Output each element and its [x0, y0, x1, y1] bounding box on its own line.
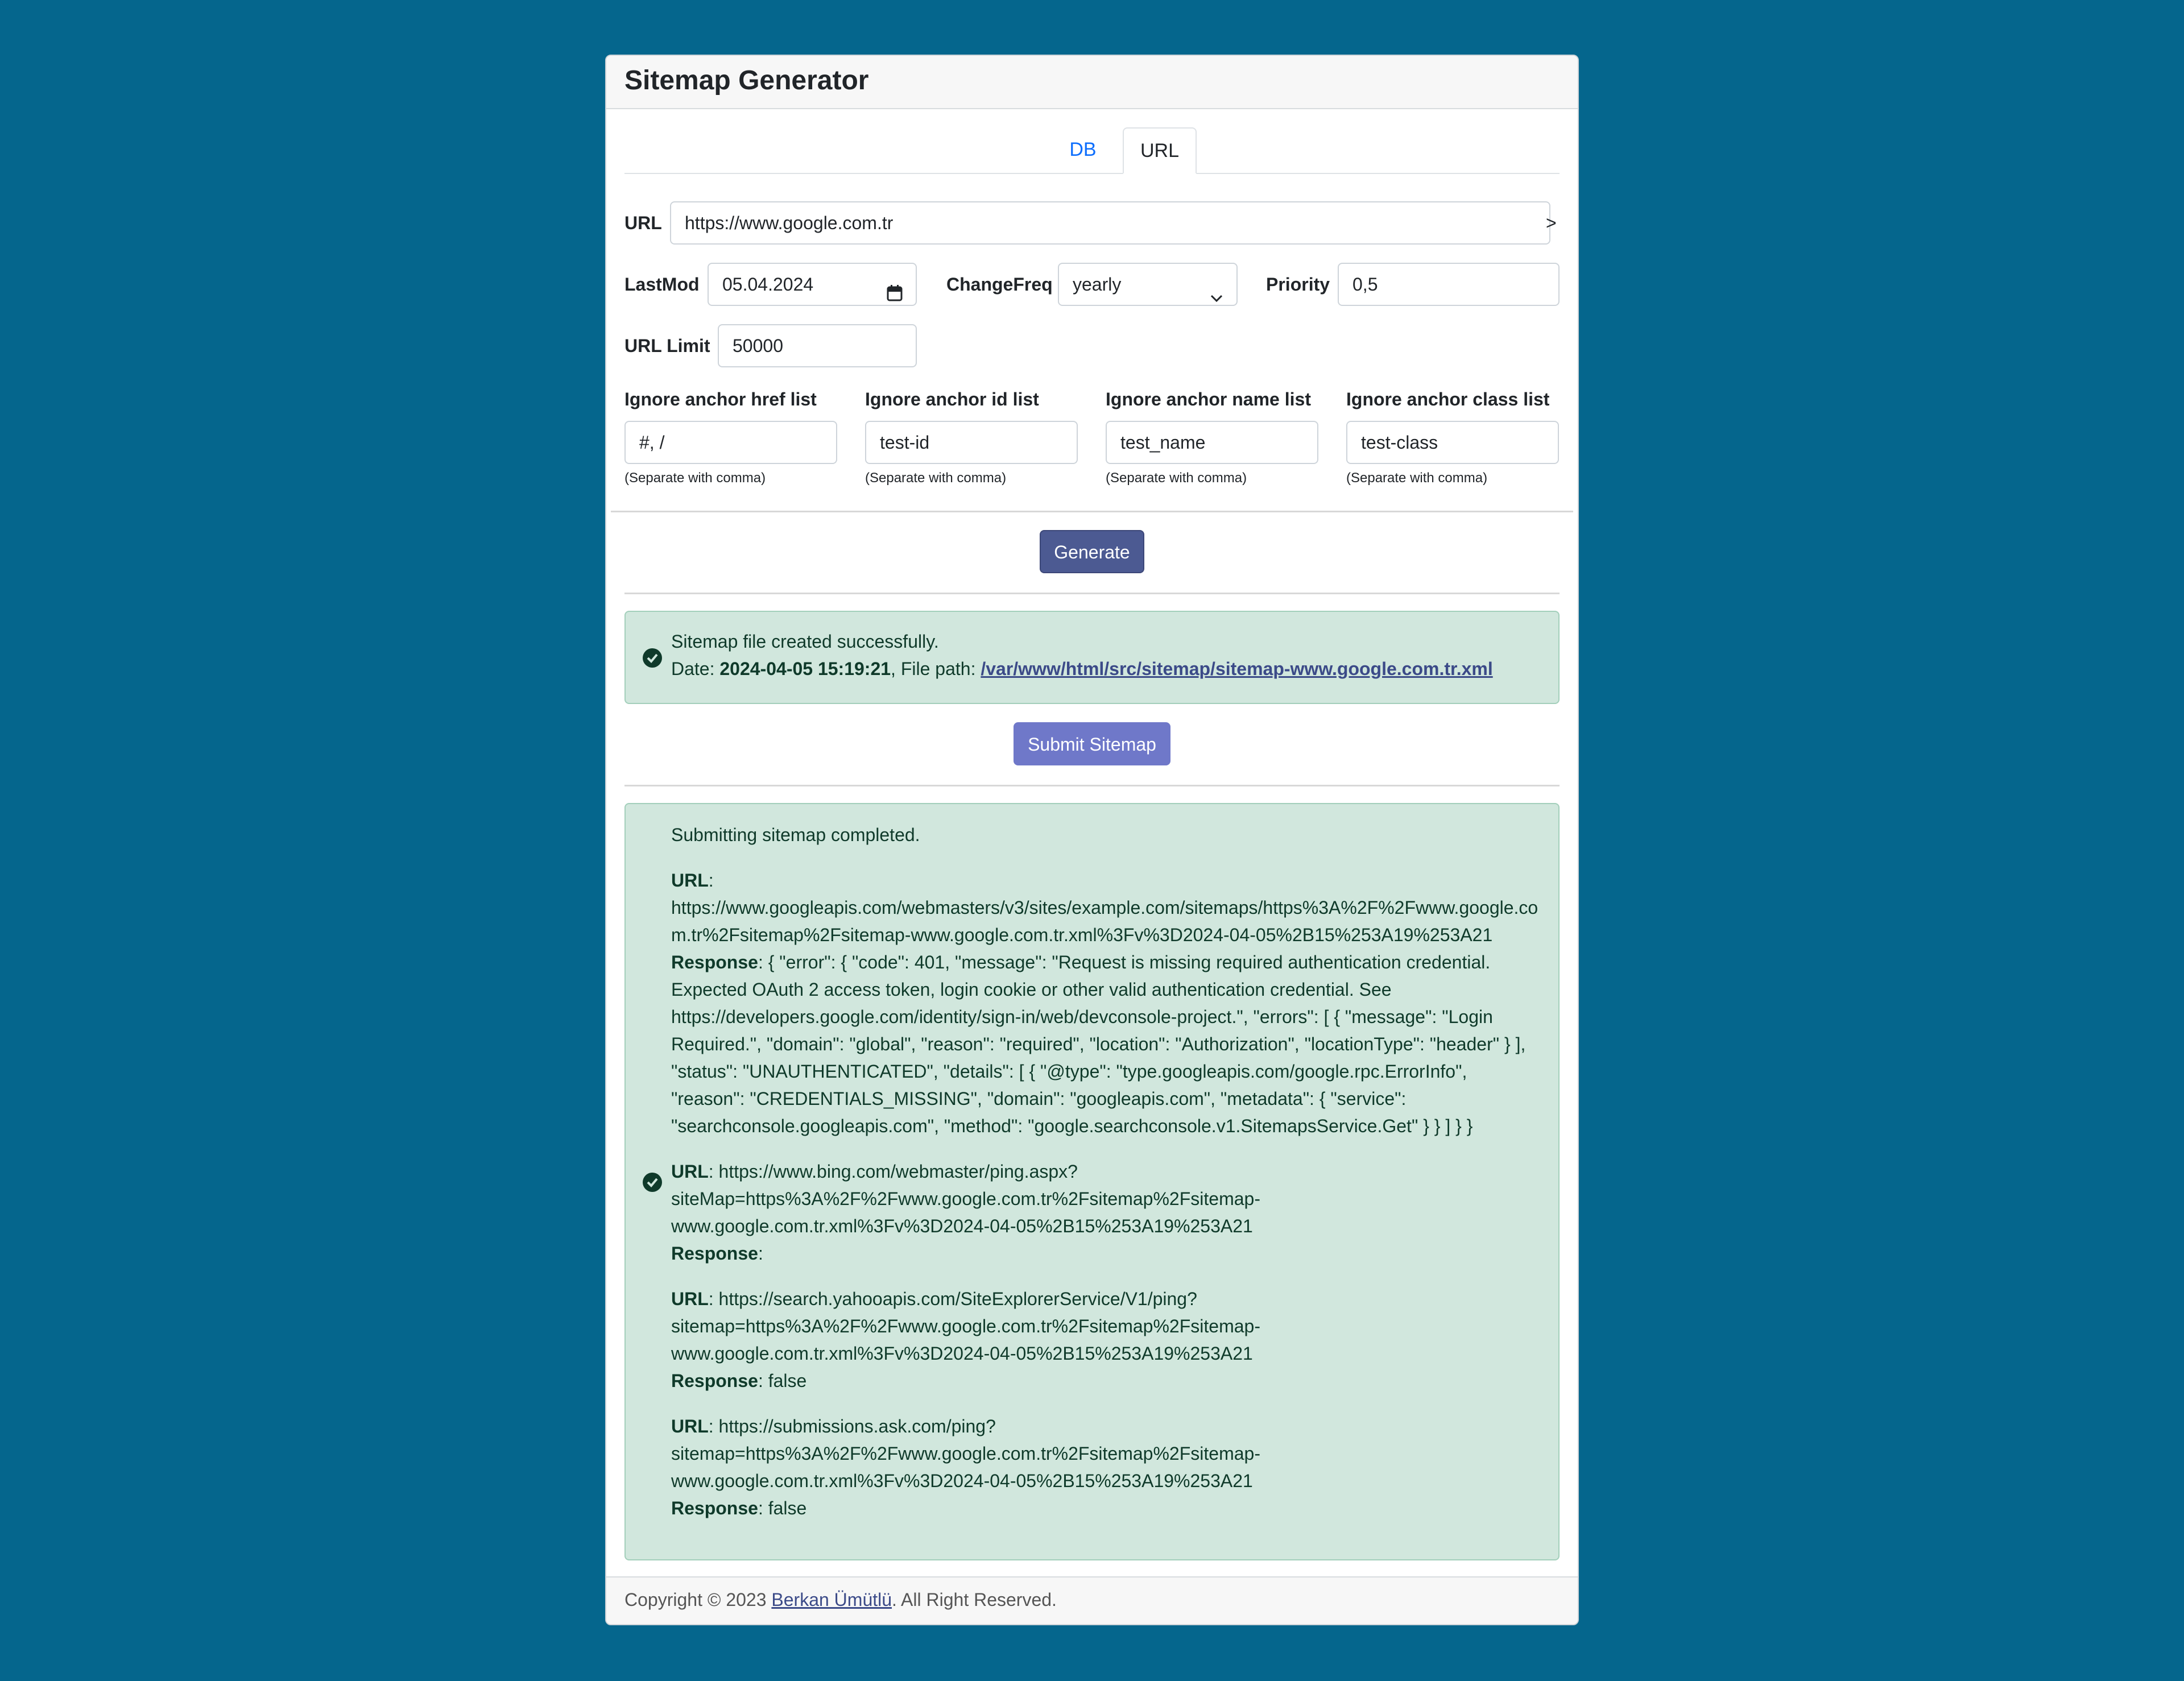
check-circle-icon — [643, 648, 662, 668]
card-header: Sitemap Generator — [606, 56, 1578, 109]
divider — [624, 785, 1560, 786]
chevron-down-icon — [1209, 279, 1224, 305]
bing-response: Response: — [671, 1243, 763, 1264]
ignore-id-label: Ignore anchor id list — [865, 389, 1039, 409]
sitemap-file-link[interactable]: /var/www/html/src/sitemap/sitemap-www.go… — [981, 659, 1492, 679]
success-details: Date: 2024-04-05 15:19:21, File path: /v… — [671, 655, 1493, 682]
submission-title: Submitting sitemap completed. — [671, 825, 920, 845]
tab-db[interactable]: DB — [1049, 127, 1117, 173]
sitemap-generator-card: Sitemap Generator DB URL URL https://www… — [605, 55, 1579, 1625]
google-response-line: "reason": "CREDENTIALS_MISSING", "domain… — [671, 1088, 1407, 1109]
ask-url: URL: https://submissions.ask.com/ping? — [671, 1416, 996, 1436]
ask-url-line: www.google.com.tr.xml%3Fv%3D2024-04-05%2… — [671, 1471, 1253, 1491]
author-link[interactable]: Berkan Ümütlü — [771, 1589, 892, 1610]
tab-url[interactable]: URL — [1123, 127, 1197, 174]
google-response-line: "status": "UNAUTHENTICATED", "details": … — [671, 1061, 1467, 1082]
priority-label: Priority — [1266, 274, 1330, 295]
ignore-name-label: Ignore anchor name list — [1106, 389, 1311, 409]
yahoo-response: Response: false — [671, 1371, 807, 1391]
ignore-name-help: (Separate with comma) — [1106, 470, 1247, 486]
ignore-href-label: Ignore anchor href list — [624, 389, 817, 409]
google-response-line: https://developers.google.com/identity/s… — [671, 1007, 1493, 1027]
google-response-line: Expected OAuth 2 access token, login coo… — [671, 979, 1392, 1000]
calendar-icon[interactable] — [886, 275, 903, 305]
changefreq-select[interactable]: yearly — [1058, 263, 1238, 306]
url-label: URL — [624, 213, 662, 233]
divider — [624, 593, 1560, 594]
lastmod-date-input[interactable]: 05.04.2024 — [708, 263, 917, 306]
yahoo-url-line: www.google.com.tr.xml%3Fv%3D2024-04-05%2… — [671, 1343, 1253, 1364]
ask-response: Response: false — [671, 1498, 807, 1518]
ignore-id-input[interactable]: test-id — [865, 421, 1078, 464]
ignore-href-help: (Separate with comma) — [624, 470, 766, 486]
lastmod-label: LastMod — [624, 274, 700, 295]
ignore-href-input[interactable]: #, / — [624, 421, 837, 464]
generate-button[interactable]: Generate — [1040, 530, 1144, 573]
copyright-text: Copyright © 2023 Berkan Ümütlü. All Righ… — [624, 1589, 1057, 1610]
google-response-line: Required.", "domain": "global", "reason"… — [671, 1034, 1526, 1054]
google-url-heading: URL: — [671, 870, 714, 891]
yahoo-url-line: sitemap=https%3A%2F%2Fwww.google.com.tr%… — [671, 1316, 1260, 1336]
lastmod-value: 05.04.2024 — [722, 274, 814, 295]
ignore-name-input[interactable]: test_name — [1106, 421, 1318, 464]
priority-input[interactable]: 0,5 — [1338, 263, 1560, 306]
date-value: 2024-04-05 15:19:21 — [719, 659, 891, 679]
submit-sitemap-button[interactable]: Submit Sitemap — [1014, 722, 1170, 765]
ignore-class-input[interactable]: test-class — [1346, 421, 1559, 464]
ask-url-line: sitemap=https%3A%2F%2Fwww.google.com.tr%… — [671, 1443, 1260, 1464]
footer: Copyright © 2023 Berkan Ümütlü. All Righ… — [606, 1576, 1578, 1624]
yahoo-url: URL: https://search.yahooapis.com/SiteEx… — [671, 1289, 1197, 1309]
changefreq-label: ChangeFreq — [946, 274, 1053, 295]
page-title: Sitemap Generator — [624, 65, 869, 96]
ignore-class-help: (Separate with comma) — [1346, 470, 1488, 486]
ignore-class-label: Ignore anchor class list — [1346, 389, 1550, 409]
generate-success-alert: Sitemap file created successfully. Date:… — [624, 611, 1560, 704]
url-limit-label: URL Limit — [624, 336, 710, 356]
bing-url-line: siteMap=https%3A%2F%2Fwww.google.com.tr%… — [671, 1189, 1260, 1209]
bing-url-line: www.google.com.tr.xml%3Fv%3D2024-04-05%2… — [671, 1216, 1253, 1236]
google-url-line: m.tr%2Fsitemap%2Fsitemap-www.google.com.… — [671, 925, 1493, 945]
path-label: , File path: — [891, 659, 981, 679]
url-input[interactable]: https://www.google.com.tr — [670, 201, 1550, 245]
date-label: Date: — [671, 659, 720, 679]
url-limit-input[interactable]: 50000 — [718, 324, 917, 367]
bing-url: URL: https://www.bing.com/webmaster/ping… — [671, 1161, 1078, 1182]
google-url-line: https://www.googleapis.com/webmasters/v3… — [671, 897, 1538, 918]
tab-bar: DB URL — [624, 127, 1560, 174]
url-suffix: > — [1546, 213, 1557, 233]
ignore-id-help: (Separate with comma) — [865, 470, 1007, 486]
changefreq-value: yearly — [1073, 274, 1122, 295]
submission-results-alert: Submitting sitemap completed. URL: https… — [624, 803, 1560, 1560]
success-message: Sitemap file created successfully. — [671, 631, 939, 652]
divider — [611, 511, 1573, 512]
google-response-line: "searchconsole.googleapis.com", "method"… — [671, 1116, 1473, 1136]
google-response: Response: { "error": { "code": 401, "mes… — [671, 952, 1491, 972]
check-circle-icon — [643, 1173, 662, 1192]
